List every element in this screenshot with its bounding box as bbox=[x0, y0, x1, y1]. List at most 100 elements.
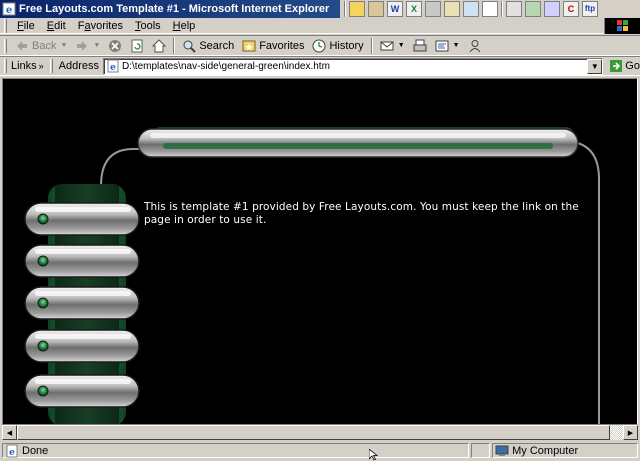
menu-file-accel: F bbox=[17, 19, 24, 32]
scroll-left-icon[interactable]: ◀ bbox=[2, 425, 17, 440]
print-button[interactable] bbox=[409, 36, 431, 55]
search-icon[interactable] bbox=[444, 1, 460, 17]
network-icon[interactable] bbox=[525, 1, 541, 17]
menu-edit-accel: E bbox=[46, 19, 55, 32]
security-zone: My Computer bbox=[492, 443, 638, 458]
windows-logo-icon bbox=[617, 20, 628, 31]
status-progress bbox=[470, 443, 491, 458]
menu-bar: File Edit Favorites Tools Help bbox=[0, 18, 640, 34]
mail-icon bbox=[380, 41, 394, 50]
address-label: Address bbox=[58, 60, 100, 72]
favorites-button[interactable]: Favorites bbox=[238, 36, 308, 55]
printer-icon[interactable] bbox=[506, 1, 522, 17]
ftp-icon[interactable]: ftp bbox=[582, 1, 598, 17]
search-icon bbox=[183, 40, 197, 53]
address-input[interactable]: e D:\templates\nav-side\general-green\in… bbox=[103, 57, 604, 75]
back-dropdown-icon[interactable]: ▼ bbox=[60, 42, 67, 49]
history-icon bbox=[312, 39, 326, 52]
go-label: Go bbox=[625, 60, 640, 72]
stop-icon bbox=[109, 39, 122, 52]
menu-grip[interactable] bbox=[4, 18, 7, 33]
mail-button[interactable]: ▼ bbox=[376, 36, 409, 55]
forward-arrow-icon bbox=[77, 40, 88, 51]
toolbar-separator bbox=[370, 37, 373, 54]
excel-icon[interactable]: X bbox=[406, 1, 422, 17]
links-grip[interactable] bbox=[4, 59, 7, 73]
favorites-icon bbox=[242, 40, 256, 51]
forward-button[interactable]: ▼ bbox=[71, 36, 104, 55]
tools-icon[interactable] bbox=[544, 1, 560, 17]
nav-knob-icon bbox=[37, 255, 49, 267]
home-icon bbox=[152, 38, 167, 52]
magnifier-icon[interactable] bbox=[463, 1, 479, 17]
address-bar: Links » Address e D:\templates\nav-side\… bbox=[0, 56, 640, 76]
menu-help[interactable]: Help bbox=[167, 20, 202, 32]
page-icon: e bbox=[107, 59, 119, 73]
nav-button-3[interactable] bbox=[24, 286, 140, 320]
zone-text: My Computer bbox=[512, 444, 579, 457]
nav-knob-icon bbox=[37, 297, 49, 309]
favorites-label: Favorites bbox=[259, 39, 305, 52]
mail-dropdown-icon[interactable]: ▼ bbox=[398, 42, 405, 49]
edit-button[interactable]: ▼ bbox=[431, 36, 464, 55]
calculator-icon[interactable] bbox=[425, 1, 441, 17]
page-viewport: This is template #1 provided by Free Lay… bbox=[2, 78, 638, 425]
horizontal-scrollbar[interactable]: ◀ ▶ bbox=[2, 425, 638, 440]
links-chevron-icon[interactable]: » bbox=[39, 61, 44, 71]
menu-file-label: ile bbox=[23, 19, 35, 32]
address-dropdown-icon[interactable]: ▼ bbox=[587, 58, 603, 74]
menu-favorites-label: vorites bbox=[90, 19, 123, 32]
history-label: History bbox=[329, 39, 364, 52]
toolbar-separator bbox=[173, 37, 176, 54]
menu-file[interactable]: File bbox=[11, 20, 41, 32]
c-app-icon[interactable]: C bbox=[563, 1, 579, 17]
computer-icon bbox=[495, 445, 509, 456]
history-button[interactable]: History bbox=[308, 36, 367, 55]
search-label: Search bbox=[199, 39, 235, 52]
standard-toolbar: Back ▼ ▼ Search Favorites History ▼ ▼ bbox=[0, 35, 640, 56]
status-main: e Done bbox=[2, 443, 469, 458]
menu-tools-label: ools bbox=[140, 19, 161, 32]
address-value[interactable]: D:\templates\nav-side\general-green\inde… bbox=[122, 61, 587, 72]
messenger-button[interactable] bbox=[464, 36, 486, 55]
window-title: Free Layouts.com Template #1 - Microsoft… bbox=[19, 3, 330, 15]
back-button[interactable]: Back ▼ bbox=[11, 36, 71, 55]
status-text: Done bbox=[22, 444, 49, 457]
stop-button[interactable] bbox=[104, 36, 126, 55]
folder-icon[interactable] bbox=[349, 1, 365, 17]
nav-button-4[interactable] bbox=[24, 329, 140, 363]
tray-separator bbox=[344, 1, 346, 17]
toolbar-grip[interactable] bbox=[4, 38, 7, 53]
svg-text:e: e bbox=[9, 448, 15, 458]
tray-separator bbox=[501, 1, 503, 17]
nav-button-2[interactable] bbox=[24, 244, 140, 278]
menu-help-accel: H bbox=[172, 19, 181, 32]
menu-edit[interactable]: Edit bbox=[41, 20, 72, 32]
throbber bbox=[604, 18, 640, 34]
menu-tools[interactable]: Tools bbox=[129, 20, 167, 32]
address-grip[interactable] bbox=[49, 59, 53, 73]
links-label[interactable]: Links bbox=[11, 60, 39, 72]
word-icon[interactable]: W bbox=[387, 1, 403, 17]
nav-button-1[interactable] bbox=[24, 202, 140, 236]
home-button[interactable] bbox=[148, 36, 170, 55]
nav-buttons-art bbox=[24, 202, 140, 408]
title-bar: e Free Layouts.com Template #1 - Microso… bbox=[0, 0, 640, 18]
go-button[interactable]: Go bbox=[609, 59, 640, 73]
forward-dropdown-icon[interactable]: ▼ bbox=[93, 42, 100, 49]
quick-launch-strip: W X C ftp bbox=[340, 0, 640, 18]
menu-favorites[interactable]: Favorites bbox=[72, 20, 129, 32]
person-icon bbox=[469, 39, 480, 52]
document-icon[interactable] bbox=[482, 1, 498, 17]
edit-dropdown-icon[interactable]: ▼ bbox=[453, 42, 460, 49]
ie-page-icon: e bbox=[2, 2, 16, 16]
refresh-button[interactable] bbox=[126, 36, 148, 55]
book-icon[interactable] bbox=[368, 1, 384, 17]
nav-button-5[interactable] bbox=[24, 374, 140, 408]
search-button[interactable]: Search bbox=[178, 36, 238, 55]
status-bar: e Done My Computer bbox=[0, 442, 640, 459]
back-label: Back bbox=[32, 39, 57, 52]
svg-text:e: e bbox=[110, 63, 116, 73]
scroll-thumb[interactable] bbox=[17, 425, 610, 440]
scroll-right-icon[interactable]: ▶ bbox=[623, 425, 638, 440]
